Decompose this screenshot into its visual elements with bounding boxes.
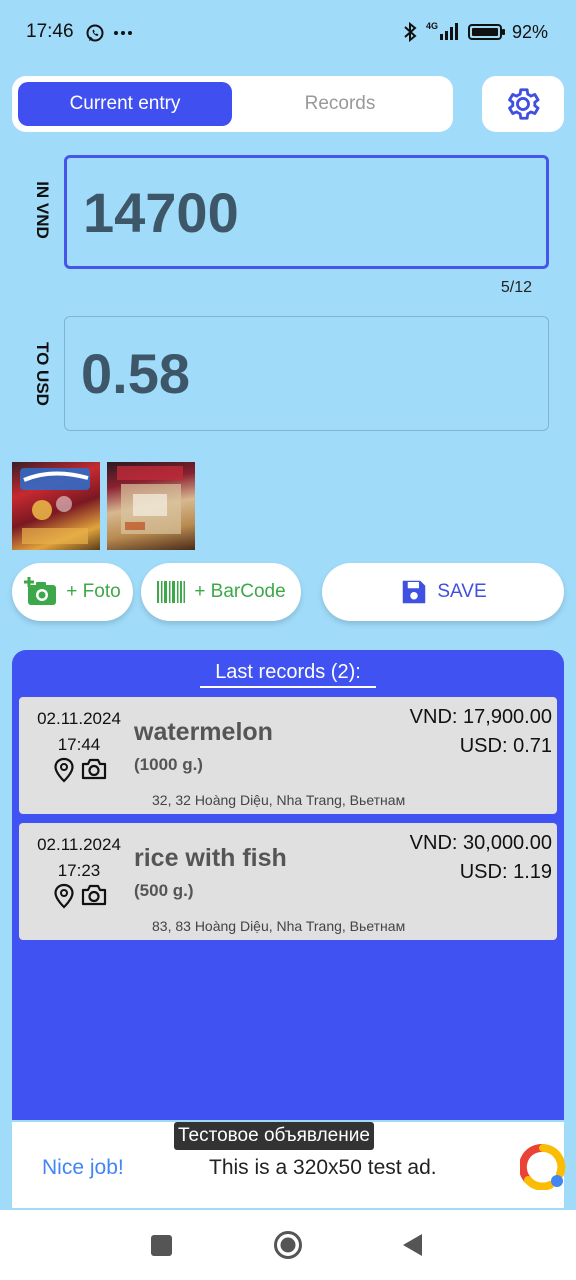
- network-type: 4G: [426, 21, 438, 31]
- record-name: watermelon: [134, 718, 273, 746]
- ad-nice-job: Nice job!: [42, 1156, 124, 1179]
- record-time: 17:23: [57, 861, 101, 880]
- vnd-input[interactable]: 14700: [64, 155, 549, 269]
- back-button[interactable]: [400, 1232, 424, 1258]
- settings-button[interactable]: [482, 76, 564, 132]
- recents-button[interactable]: [151, 1235, 172, 1256]
- record-time: 17:44: [57, 735, 101, 754]
- photo-thumbnail-1[interactable]: [12, 462, 100, 550]
- title-underline: [200, 686, 376, 688]
- whatsapp-icon: [86, 24, 104, 42]
- home-button[interactable]: [273, 1230, 303, 1260]
- battery-icon: [467, 24, 505, 40]
- record-date: 02.11.2024: [37, 709, 121, 728]
- vnd-char-counter: 5/12: [500, 279, 532, 296]
- record-card[interactable]: 02.11.2024 17:44 watermelon (1000 g.) VN…: [19, 697, 557, 814]
- record-card[interactable]: 02.11.2024 17:23 rice with fish (500 g.)…: [19, 823, 557, 940]
- record-weight: (1000 g.): [134, 755, 203, 774]
- status-right: 4G 92%: [400, 20, 548, 44]
- add-barcode-label: + BarCode: [194, 581, 286, 602]
- photo-thumbnail-2[interactable]: [107, 462, 195, 550]
- tab-current-entry[interactable]: Current entry: [18, 82, 232, 126]
- add-photo-icon: [24, 577, 57, 605]
- record-name: rice with fish: [134, 844, 287, 872]
- location-pin-icon: [54, 757, 74, 783]
- record-vnd: VND: 17,900.00: [409, 706, 552, 728]
- save-label: SAVE: [437, 581, 487, 602]
- gear-icon: [508, 88, 540, 120]
- record-address: 32, 32 Hoàng Diệu, Nha Trang, Вьетнам: [152, 792, 406, 808]
- save-button[interactable]: SAVE: [322, 563, 564, 621]
- tab-bar: Current entry Records: [12, 76, 453, 132]
- record-vnd: VND: 30,000.00: [409, 832, 552, 854]
- add-barcode-button[interactable]: + BarCode: [141, 563, 301, 621]
- record-icons: [53, 883, 107, 909]
- battery-percent: 92%: [511, 21, 548, 42]
- camera-icon: [81, 758, 107, 780]
- usd-output: 0.58: [64, 316, 549, 431]
- record-date: 02.11.2024: [37, 835, 121, 854]
- ad-test-tag: Тестовое объявление: [174, 1122, 374, 1150]
- location-pin-icon: [54, 883, 74, 909]
- last-records-title: Last records (2):: [215, 661, 361, 683]
- usd-field-label: TO USD: [33, 342, 52, 406]
- ad-logo-icon: [520, 1144, 566, 1190]
- record-icons: [53, 757, 107, 783]
- last-records-panel: Last records (2): 02.11.2024 17:44 water…: [12, 650, 564, 1120]
- record-weight: (500 g.): [134, 881, 194, 900]
- barcode-icon: [157, 581, 186, 603]
- record-usd: USD: 1.19: [459, 861, 552, 883]
- add-foto-label: + Foto: [66, 581, 121, 602]
- record-address: 83, 83 Hoàng Diệu, Nha Trang, Вьетнам: [152, 918, 406, 934]
- more-icon: [114, 31, 132, 35]
- bluetooth-icon: [404, 21, 417, 43]
- ad-text: This is a 320x50 test ad.: [209, 1156, 437, 1179]
- status-time: 17:46: [26, 21, 74, 42]
- record-usd: USD: 0.71: [459, 735, 552, 757]
- vnd-field-label: IN VND: [33, 181, 52, 239]
- status-bar: 17:46 4G 92%: [0, 0, 576, 64]
- signal-icon: 4G: [426, 21, 458, 40]
- camera-icon: [81, 884, 107, 906]
- status-left-icons: [86, 22, 146, 49]
- floppy-disk-icon: [403, 580, 426, 604]
- add-foto-button[interactable]: + Foto: [12, 563, 133, 621]
- tab-records[interactable]: Records: [233, 82, 447, 126]
